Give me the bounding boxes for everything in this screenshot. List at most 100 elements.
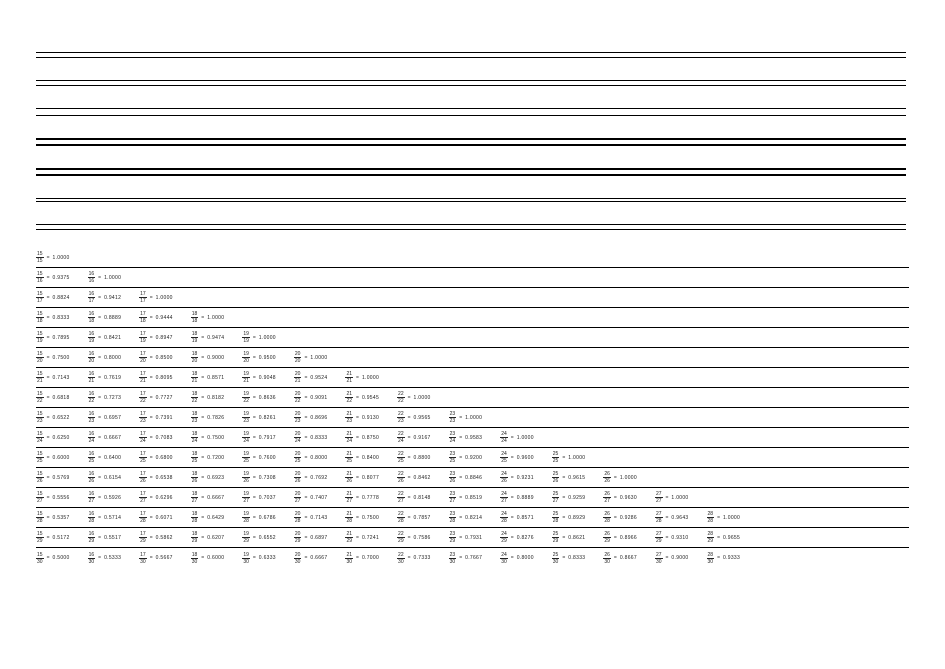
fraction: 1823: [191, 411, 199, 424]
fraction: 2121: [345, 371, 353, 384]
decimal-value: 0.9615: [568, 475, 585, 481]
fraction-cell: 1624=0.6667: [88, 431, 122, 444]
denominator: 23: [88, 418, 96, 424]
fraction: 1818: [191, 311, 199, 324]
equals-sign: =: [98, 395, 101, 401]
fraction-row: 1529=0.51721629=0.55171729=0.58621829=0.…: [36, 528, 909, 548]
denominator: 25: [242, 458, 250, 464]
fraction-cell: 1924=0.7917: [242, 431, 276, 444]
equals-sign: =: [98, 535, 101, 541]
fraction: 1919: [242, 331, 250, 344]
equals-sign: =: [304, 355, 307, 361]
fraction-cell: 1620=0.8000: [88, 351, 122, 364]
fraction-cell: 2727=1.0000: [655, 491, 689, 504]
denominator: 19: [36, 338, 44, 344]
denominator: 29: [242, 538, 250, 544]
denominator: 28: [449, 518, 457, 524]
numerator: 27: [655, 511, 663, 518]
numerator: 18: [191, 391, 199, 398]
numerator: 16: [88, 371, 96, 378]
denominator: 26: [603, 478, 611, 484]
decimal-value: 0.9412: [104, 295, 121, 301]
fraction-cell: 2124=0.8750: [345, 431, 379, 444]
numerator: 18: [191, 371, 199, 378]
denominator: 26: [294, 478, 302, 484]
numerator: 20: [294, 431, 302, 438]
decimal-value: 1.0000: [362, 375, 379, 381]
fraction-row: 1522=0.68181622=0.72731722=0.77271822=0.…: [36, 388, 909, 408]
fraction: 1728: [139, 511, 147, 524]
equals-sign: =: [201, 335, 204, 341]
fraction-cell: 1930=0.6333: [242, 552, 276, 565]
decimal-value: 0.7692: [310, 475, 327, 481]
decimal-value: 1.0000: [104, 275, 121, 281]
fraction-cell: 1628=0.5714: [88, 511, 122, 524]
fraction-table: 1515=1.00001516=0.93751616=1.00001517=0.…: [0, 248, 945, 568]
numerator: 25: [552, 531, 560, 538]
denominator: 24: [294, 438, 302, 444]
rule-pair: [0, 224, 945, 230]
denominator: 20: [88, 358, 96, 364]
numerator: 17: [139, 552, 147, 559]
denominator: 16: [36, 278, 44, 284]
fraction: 1725: [139, 451, 147, 464]
horizontal-rule: [36, 168, 906, 170]
numerator: 17: [139, 311, 147, 318]
numerator: 15: [36, 391, 44, 398]
fraction: 2126: [345, 471, 353, 484]
fraction: 1723: [139, 411, 147, 424]
fraction: 2729: [655, 531, 663, 544]
equals-sign: =: [408, 515, 411, 521]
denominator: 23: [397, 418, 405, 424]
equals-sign: =: [150, 555, 153, 561]
equals-sign: =: [356, 475, 359, 481]
fraction: 1522: [36, 391, 44, 404]
denominator: 27: [397, 498, 405, 504]
fraction: 2328: [449, 511, 457, 524]
equals-sign: =: [201, 415, 204, 421]
numerator: 17: [139, 531, 147, 538]
decimal-value: 0.9524: [310, 375, 327, 381]
fraction: 2429: [500, 531, 508, 544]
fraction-cell: 2129=0.7241: [345, 531, 379, 544]
fraction-cell: 2026=0.7692: [294, 471, 328, 484]
fraction: 2124: [345, 431, 353, 444]
equals-sign: =: [98, 495, 101, 501]
decimal-value: 0.7500: [52, 355, 69, 361]
numerator: 19: [242, 552, 250, 559]
fraction: 1923: [242, 411, 250, 424]
numerator: 15: [36, 371, 44, 378]
equals-sign: =: [356, 555, 359, 561]
equals-sign: =: [614, 555, 617, 561]
decimal-value: 0.7895: [52, 335, 69, 341]
denominator: 20: [294, 358, 302, 364]
denominator: 29: [139, 538, 147, 544]
equals-sign: =: [304, 415, 307, 421]
fraction-cell: 1721=0.8095: [139, 371, 173, 384]
fraction: 2425: [500, 451, 508, 464]
denominator: 22: [345, 398, 353, 404]
fraction: 2530: [552, 552, 560, 565]
fraction: 1829: [191, 531, 199, 544]
denominator: 25: [36, 458, 44, 464]
denominator: 22: [139, 398, 147, 404]
equals-sign: =: [98, 335, 101, 341]
fraction-cell: 1828=0.6429: [191, 511, 225, 524]
equals-sign: =: [511, 535, 514, 541]
equals-sign: =: [253, 355, 256, 361]
decimal-value: 0.7600: [259, 455, 276, 461]
fraction: 2025: [294, 451, 302, 464]
fraction-cell: 1518=0.8333: [36, 311, 70, 324]
fraction: 2628: [603, 511, 611, 524]
equals-sign: =: [150, 295, 153, 301]
equals-sign: =: [459, 415, 462, 421]
denominator: 19: [242, 338, 250, 344]
equals-sign: =: [201, 375, 204, 381]
equals-sign: =: [98, 515, 101, 521]
decimal-value: 0.7727: [156, 395, 173, 401]
decimal-value: 0.9474: [207, 335, 224, 341]
equals-sign: =: [304, 475, 307, 481]
fraction-cell: 1823=0.7826: [191, 411, 225, 424]
fraction-cell: 2229=0.7586: [397, 531, 431, 544]
fraction-cell: 2628=0.9286: [603, 511, 637, 524]
